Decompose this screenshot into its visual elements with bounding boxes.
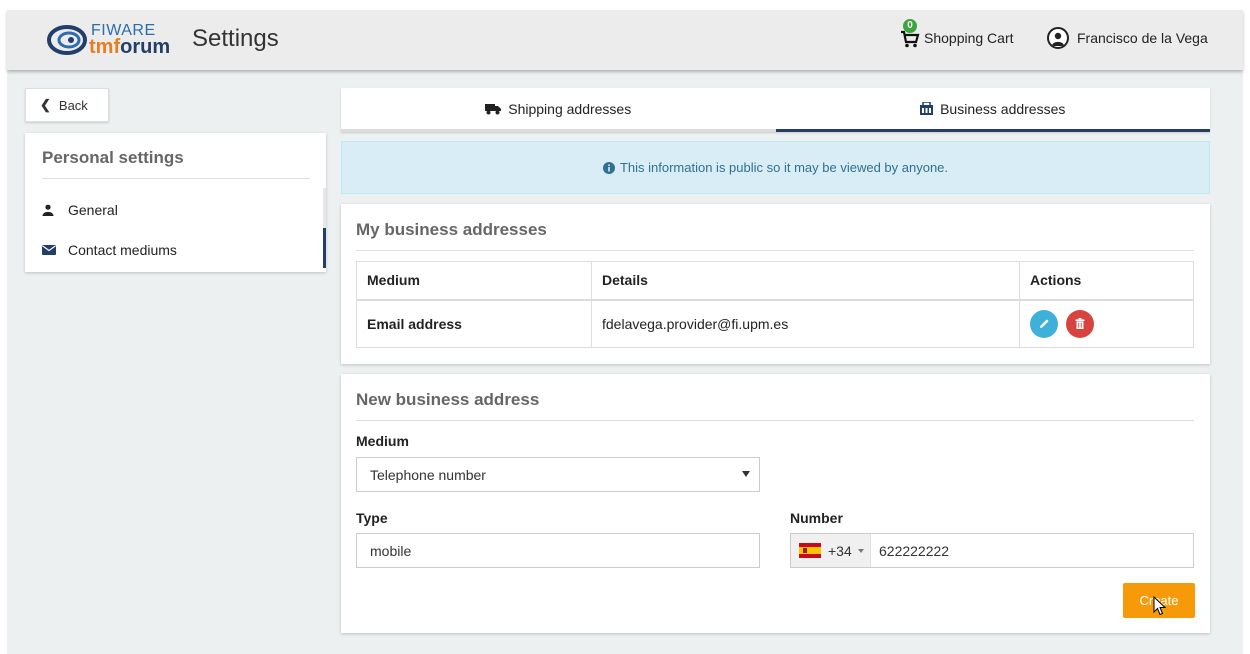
country-code-selector[interactable]: +34 [791, 534, 871, 567]
building-icon [920, 102, 934, 115]
sidebar-title: Personal settings [42, 148, 184, 167]
actions-cell [1019, 299, 1194, 348]
logo-orum-part: orum [120, 36, 171, 58]
trash-icon [1075, 318, 1085, 330]
pencil-icon [1039, 319, 1049, 329]
column-header-medium: Medium [356, 261, 592, 301]
table-row: Email address fdelavega.provider@fi.upm.… [356, 299, 1194, 348]
panel-title: New business address [356, 390, 540, 409]
fiware-tmforum-logo[interactable]: FIWARE tmforum [47, 22, 185, 58]
panel-divider [356, 250, 1194, 251]
settings-sidebar: Personal settings General Contact medium… [25, 133, 326, 272]
tab-business-addresses[interactable]: Business addresses [775, 88, 1210, 132]
tab-shipping-addresses[interactable]: Shipping addresses [341, 88, 776, 132]
type-input-value: mobile [370, 542, 412, 559]
shopping-cart-label: Shopping Cart [924, 30, 1014, 46]
panel-divider [356, 420, 1194, 421]
edit-button[interactable] [1030, 309, 1058, 338]
envelope-icon [42, 245, 58, 255]
tab-label: Business addresses [940, 100, 1066, 117]
details-cell: fdelavega.provider@fi.upm.es [591, 299, 1020, 348]
type-label: Type [356, 510, 388, 526]
address-tabs: Shipping addresses Business addresses [341, 88, 1210, 132]
sidebar-divider [42, 178, 310, 179]
my-business-addresses-panel: My business addresses Medium Details Act… [341, 204, 1210, 364]
caret-down-icon [857, 548, 864, 553]
number-label: Number [790, 510, 843, 526]
swirl-logo-icon [47, 25, 87, 55]
column-header-actions: Actions [1019, 261, 1194, 301]
phone-number-value: 622222222 [879, 542, 950, 559]
table-header-row: Medium Details Actions [356, 261, 1194, 301]
dial-code: +34 [828, 542, 852, 559]
new-business-address-panel: New business address Medium Telephone nu… [341, 374, 1210, 633]
addresses-table: Medium Details Actions Email address fde… [356, 261, 1194, 348]
panel-title: My business addresses [356, 220, 547, 239]
shopping-cart-link[interactable]: 0 Shopping Cart [900, 19, 1014, 50]
column-header-details: Details [591, 261, 1020, 301]
cart-icon-wrapper: 0 [900, 19, 922, 50]
page-title: Settings [192, 25, 279, 52]
info-circle-icon [602, 161, 615, 174]
chevron-left-icon: ❮ [40, 97, 51, 112]
medium-select[interactable]: Telephone number [356, 457, 760, 492]
cart-count-badge: 0 [903, 19, 917, 33]
back-button[interactable]: ❮ Back [25, 88, 109, 122]
sidebar-item-label: Contact mediums [68, 242, 177, 258]
sidebar-item-contact-mediums[interactable]: Contact mediums [25, 228, 326, 268]
medium-select-value: Telephone number [370, 466, 486, 483]
public-info-alert: This information is public so it may be … [341, 141, 1210, 194]
tab-label: Shipping addresses [508, 100, 632, 117]
logo-wordmark: FIWARE tmforum [89, 22, 185, 58]
medium-cell: Email address [356, 299, 592, 348]
spain-flag-icon [799, 543, 821, 558]
user-menu[interactable]: Francisco de la Vega [1047, 26, 1208, 50]
medium-label: Medium [356, 433, 409, 449]
sidebar-item-label: General [68, 202, 118, 218]
sidebar-item-general[interactable]: General [25, 188, 326, 228]
truck-icon [485, 103, 502, 115]
user-avatar-icon [1047, 27, 1069, 49]
info-message: This information is public so it may be … [619, 160, 949, 175]
user-icon [42, 204, 58, 216]
logo-tmforum-text: tmforum [89, 36, 170, 59]
caret-down-icon [742, 471, 750, 477]
logo-tmf-part: tmf [89, 36, 121, 58]
user-name: Francisco de la Vega [1077, 30, 1208, 46]
back-label: Back [58, 97, 88, 113]
mouse-pointer-icon [1153, 596, 1167, 616]
type-input[interactable]: mobile [356, 533, 760, 568]
delete-button[interactable] [1065, 309, 1094, 338]
phone-number-input[interactable]: +34 622222222 [790, 533, 1194, 568]
top-navbar: FIWARE tmforum Settings 0 Shopping Cart … [7, 10, 1243, 70]
